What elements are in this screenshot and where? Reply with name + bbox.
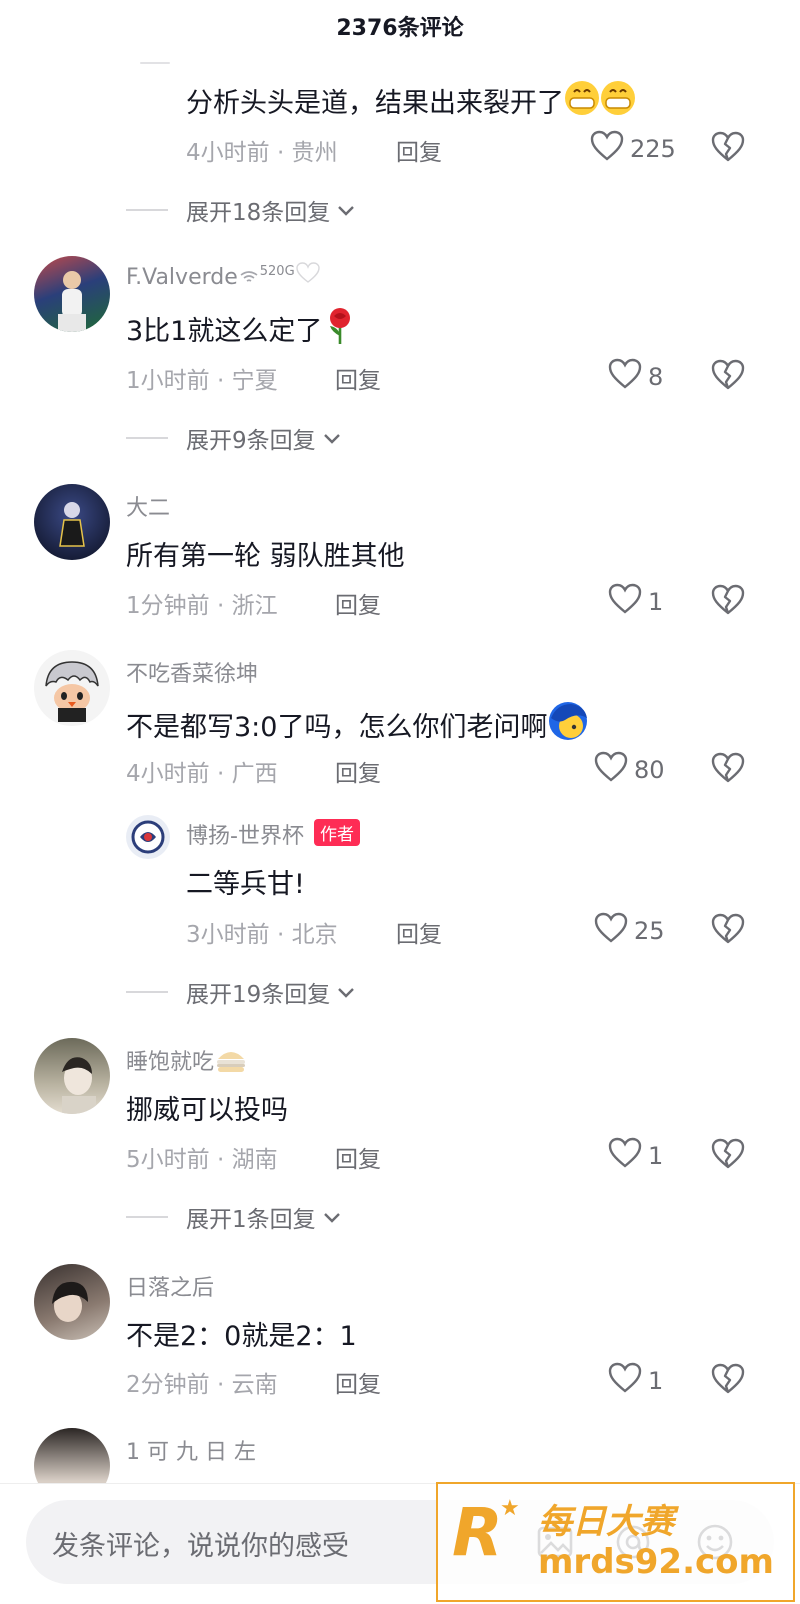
watermark: R ★ 每日大赛 mrds92.com [436,1482,795,1602]
watermark-site: mrds92.com [538,1542,774,1582]
comment-input-placeholder: 发条评论，说说你的感受 [52,1531,349,1562]
like-button[interactable]: 1 [608,1362,663,1400]
chevron-down-icon [336,197,356,223]
username[interactable]: 睡饱就吃 [126,1044,248,1081]
heart-outline-icon [608,583,642,621]
like-count: 80 [634,756,665,784]
reply-text: 二等兵甘! [186,869,305,900]
user-badge-text: 520G [259,264,295,279]
like-count: 25 [634,917,665,945]
like-count: 1 [648,1367,664,1395]
wifi-icon [238,265,260,290]
username[interactable]: 不吃香菜徐坤 [126,656,258,688]
divider-line [126,437,168,439]
broken-heart-icon[interactable] [710,912,746,948]
reply-username[interactable]: 博扬-世界杯 作者 [186,818,360,850]
expand-label: 展开9条回复 [186,428,316,454]
like-button[interactable]: 80 [594,751,665,789]
broken-heart-icon[interactable] [710,358,746,394]
reply-avatar[interactable] [126,815,170,859]
watermark-brand: 每日大赛 [538,1502,674,1542]
comment-time-location: 2分钟前 · 云南 [126,1372,278,1398]
comment-time-location: 1分钟前 · 浙江 [126,593,278,619]
broken-heart-icon[interactable] [710,1362,746,1398]
username[interactable]: F.Valverde 520G [126,262,321,290]
like-button[interactable]: 1 [608,1137,663,1175]
divider-line [126,991,168,993]
comment-time-location: 5小时前 · 湖南 [126,1147,278,1173]
like-count: 1 [648,588,664,616]
expand-label: 展开19条回复 [186,982,331,1008]
expand-replies[interactable]: 展开9条回复 [126,421,342,455]
reply-button[interactable]: 回复 [335,1140,381,1174]
heart-outline-icon [608,1137,642,1175]
reply-button[interactable]: 回复 [396,133,442,167]
heart-outline-icon [590,130,624,168]
comment-time-location: 1小时前 · 宁夏 [126,368,278,394]
grin-emoji-icon [564,78,638,125]
comment-text: 所有第一轮 弱队胜其他 [126,541,405,572]
star-icon: ★ [500,1496,520,1521]
comment-time-location: 4小时前 · 贵州 [186,140,338,166]
avatar[interactable] [34,1038,110,1114]
reply-time-location: 3小时前 · 北京 [186,922,338,948]
reply-button[interactable]: 回复 [396,915,442,949]
username[interactable]: 1 可 九 日 左 [126,1434,256,1466]
like-button[interactable]: 8 [608,358,663,396]
heart-outline-icon [594,751,628,789]
username[interactable]: 大二 [126,490,170,522]
comment-text: 不是都写3:0了吗，怎么你们老问啊 [126,700,589,749]
heart-outline-icon [608,358,642,396]
avatar[interactable] [34,1264,110,1340]
username[interactable]: 日落之后 [126,1270,214,1302]
comment-count-title: 2376条评论 [336,16,464,41]
white-heart-icon [295,262,321,290]
like-count: 1 [648,1142,664,1170]
chevron-down-icon [322,425,342,451]
broken-heart-icon[interactable] [710,751,746,787]
rose-emoji-icon [322,306,358,353]
expand-replies[interactable]: 展开1条回复 [126,1200,342,1234]
chevron-down-icon [322,1204,342,1230]
expand-label: 展开18条回复 [186,200,331,226]
divider-line [126,209,168,211]
broken-heart-icon[interactable] [710,130,746,166]
heart-outline-icon [608,1362,642,1400]
comment-time-location: 4小时前 · 广西 [126,761,278,787]
comment-text: 不是2：0就是2：1 [126,1321,357,1352]
watermark-logo: R [452,1494,503,1571]
hamburger-emoji-icon [214,1047,248,1081]
reply-button[interactable]: 回复 [335,754,381,788]
author-tag: 作者 [313,819,360,846]
heart-outline-icon [594,912,628,950]
blue-hair-emoji-icon [547,700,589,749]
comment-text: 挪威可以投吗 [126,1095,288,1126]
broken-heart-icon[interactable] [710,583,746,619]
reply-button[interactable]: 回复 [335,361,381,395]
reply-button[interactable]: 回复 [335,1365,381,1399]
avatar-edge [140,62,170,64]
reply-button[interactable]: 回复 [335,586,381,620]
like-button[interactable]: 225 [590,130,676,168]
comment-text: 3比1就这么定了 [126,306,358,353]
broken-heart-icon[interactable] [710,1137,746,1173]
avatar[interactable] [34,484,110,560]
avatar[interactable] [34,650,110,726]
expand-replies[interactable]: 展开19条回复 [126,975,356,1009]
like-button[interactable]: 1 [608,583,663,621]
expand-label: 展开1条回复 [186,1207,316,1233]
like-count: 225 [630,135,676,163]
like-count: 8 [648,363,664,391]
like-button[interactable]: 25 [594,912,665,950]
avatar[interactable] [34,256,110,332]
divider-line [126,1216,168,1218]
chevron-down-icon [336,979,356,1005]
comments-header: 2376条评论 [0,0,800,52]
comment-text: 分析头头是道，结果出来裂开了 [186,78,638,125]
expand-replies[interactable]: 展开18条回复 [126,193,356,227]
